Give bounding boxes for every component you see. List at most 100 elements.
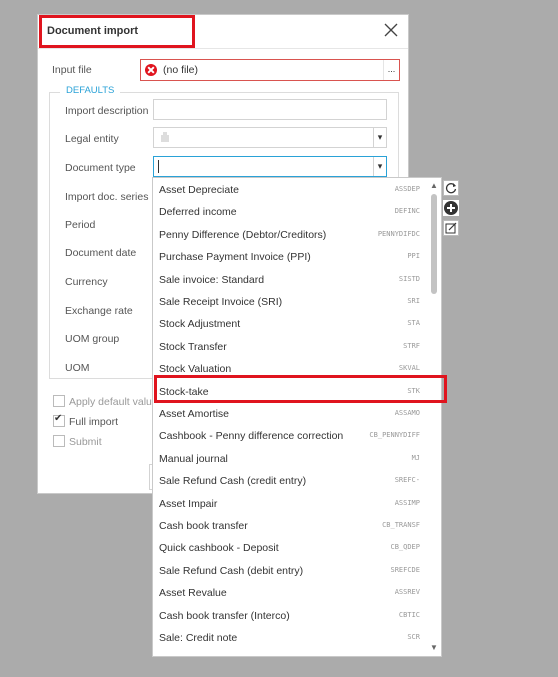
option-name: Purchase Payment Invoice (PPI)	[159, 251, 311, 264]
dropdown-option[interactable]: Deferred income DEFINC	[153, 201, 426, 223]
option-name: Asset Depreciate	[159, 184, 239, 196]
dropdown-option[interactable]: Asset Amortise ASSAMO	[153, 403, 426, 425]
submit-checkbox[interactable]	[53, 435, 65, 447]
uom-group-label: UOM group	[65, 333, 120, 345]
refresh-icon	[445, 183, 457, 194]
apply-default-label: Apply default valu	[69, 396, 152, 408]
input-file-field[interactable]: (no file) ...	[140, 59, 400, 81]
dropdown-option[interactable]: Sale Refund Cash (credit entry) SREFC-	[153, 470, 426, 492]
scroll-down-icon[interactable]: ▼	[429, 643, 439, 652]
dropdown-option[interactable]: Sale Refund Cash (debit entry) SREFCDE	[153, 560, 426, 582]
currency-label: Currency	[65, 276, 108, 288]
refresh-button[interactable]	[443, 180, 459, 196]
dropdown-option[interactable]: Sale: Credit note SCR	[153, 627, 426, 649]
dropdown-option[interactable]: Penny Difference (Debtor/Creditors) PENNY…	[153, 224, 426, 246]
legal-entity-label: Legal entity	[65, 133, 119, 145]
error-icon	[145, 64, 157, 76]
option-code: SRI	[407, 297, 420, 305]
option-name: Sale Receipt Invoice (SRI)	[159, 296, 283, 308]
legal-entity-select[interactable]: ▾	[153, 127, 387, 148]
option-name: Manual journal	[159, 452, 228, 465]
dropdown-option[interactable]: Quick cashbook - Deposit CB_QDEP	[153, 537, 426, 559]
dropdown-scrollbar[interactable]: ▲ ▼	[427, 178, 441, 656]
input-file-label: Input file	[52, 64, 92, 76]
browse-file-button[interactable]: ...	[383, 60, 399, 80]
dropdown-option[interactable]: Purchase Payment Invoice (PPI) PPI	[153, 246, 426, 268]
option-code: PPI	[407, 252, 420, 261]
chevron-down-icon[interactable]: ▾	[373, 157, 386, 176]
close-icon[interactable]	[383, 22, 399, 38]
uom-label: UOM	[65, 362, 90, 374]
option-code: SISTD	[398, 274, 420, 283]
option-name: Asset Revalue	[159, 587, 227, 600]
dropdown-option[interactable]: Cash book transfer (Interco) CBTIC	[153, 605, 426, 627]
full-import-checkbox[interactable]	[53, 413, 65, 427]
document-type-label: Document type	[65, 162, 136, 174]
option-name: Asset Impair	[159, 497, 218, 510]
submit-checkbox-row[interactable]: Submit	[53, 435, 102, 448]
submit-label: Submit	[69, 436, 102, 448]
dropdown-option[interactable]: Asset Impair ASSIMP	[153, 493, 426, 515]
option-code: CBTIC	[398, 610, 420, 619]
building-icon	[161, 132, 169, 142]
option-code: ASSIMP	[394, 498, 420, 507]
defaults-legend: DEFAULTS	[60, 85, 121, 96]
text-caret	[158, 160, 159, 173]
side-actions	[443, 180, 461, 240]
dropdown-option[interactable]: Stock Adjustment STA	[153, 313, 426, 335]
option-code: CB_TRANSF	[382, 521, 420, 529]
option-name: Cashbook - Penny difference correction	[159, 430, 344, 443]
external-link-icon	[445, 222, 457, 234]
option-code: SREFCDE	[390, 565, 420, 574]
document-type-dropdown: Asset Depreciate ASSDEP Deferred income DEF…	[152, 177, 442, 657]
dropdown-option[interactable]: Cashbook - Penny difference correction CB…	[153, 425, 426, 447]
dropdown-option[interactable]: Manual journal MJ	[153, 448, 426, 470]
option-name: Penny Difference (Debtor/Creditors)	[159, 228, 327, 241]
plus-circle-icon	[444, 201, 458, 215]
option-name: Stock Valuation	[159, 363, 232, 376]
option-name: Asset Amortise	[159, 408, 230, 420]
document-type-select[interactable]: ▾	[153, 156, 387, 177]
option-name: Sale invoice: Standard	[159, 273, 265, 286]
option-name: Sale Refund Cash (credit entry)	[159, 475, 307, 488]
option-code: ASSAMO	[394, 409, 420, 417]
option-code: ASSREV	[394, 588, 420, 597]
option-name: Cash book transfer	[159, 520, 248, 532]
dropdown-option[interactable]: Sale Receipt Invoice (SRI) SRI	[153, 291, 426, 313]
dropdown-option[interactable]: Cash book transfer CB_TRANSF	[153, 515, 426, 537]
option-name: Sale Refund Cash (debit entry)	[159, 564, 304, 577]
import-doc-series-label: Import doc. series	[65, 191, 149, 203]
chevron-down-icon[interactable]: ▾	[373, 128, 386, 147]
option-name: Stock Transfer	[159, 340, 227, 353]
import-description-input[interactable]	[153, 99, 387, 120]
option-name: Stock Adjustment	[159, 318, 241, 331]
dropdown-option[interactable]: Asset Revalue ASSREV	[153, 582, 426, 604]
option-code: CB_PENNYDIFF	[369, 431, 420, 440]
dropdown-option[interactable]: Sale invoice: Standard SISTD	[153, 269, 426, 291]
apply-default-checkbox[interactable]	[53, 395, 65, 407]
full-import-checkbox-row[interactable]: Full import	[53, 413, 119, 428]
import-description-label: Import description	[65, 105, 149, 117]
apply-default-checkbox-row[interactable]: Apply default valu	[53, 395, 152, 408]
dropdown-option[interactable]: Stock Transfer STRF	[153, 336, 426, 358]
option-code: CB_QDEP	[390, 543, 420, 552]
period-label: Period	[65, 219, 96, 231]
option-name: Deferred income	[159, 206, 237, 219]
full-import-label: Full import	[69, 416, 119, 428]
option-code: PENNYDIFDC	[377, 229, 420, 238]
option-name: Sale: Credit note	[159, 632, 238, 644]
dropdown-option[interactable]: Asset Depreciate ASSDEP	[153, 179, 426, 201]
scroll-up-icon[interactable]: ▲	[429, 181, 439, 190]
option-code: ASSDEP	[394, 185, 420, 193]
option-code: DEFINC	[394, 207, 420, 216]
exchange-rate-label: Exchange rate	[65, 305, 133, 317]
option-code: STA	[407, 319, 420, 328]
title-highlight-box	[39, 15, 195, 48]
option-code: MJ	[411, 453, 420, 462]
add-button[interactable]	[443, 200, 459, 216]
scrollbar-thumb[interactable]	[431, 194, 437, 294]
selected-option-highlight	[154, 375, 447, 403]
option-code: SKVAL	[398, 364, 420, 373]
option-code: SCR	[407, 633, 420, 641]
open-external-button[interactable]	[443, 220, 459, 236]
